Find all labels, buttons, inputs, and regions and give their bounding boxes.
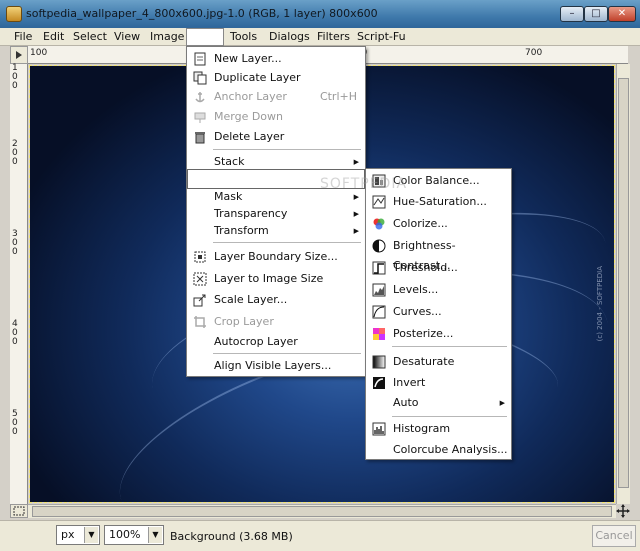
minimize-button[interactable]: – xyxy=(560,6,584,22)
unit-value: px xyxy=(61,528,75,541)
menu-item-anchor-layer[interactable]: Anchor Layer Ctrl+H xyxy=(187,87,365,107)
menu-edit[interactable]: Edit xyxy=(43,30,64,43)
menu-item-new-layer[interactable]: New Layer... xyxy=(187,49,365,69)
shortcut-label: Ctrl+H xyxy=(319,90,357,103)
menu-item-auto[interactable]: Auto ▶ xyxy=(366,393,511,413)
move-cross-icon xyxy=(616,504,630,518)
horizontal-scrollbar[interactable] xyxy=(28,504,616,518)
menu-item-layer-boundary-size[interactable]: Layer Boundary Size... xyxy=(187,247,365,267)
menu-item-align-visible-layers[interactable]: Align Visible Layers... xyxy=(187,356,365,376)
menu-arrow-button[interactable] xyxy=(10,46,28,64)
layer-boundary-icon xyxy=(193,250,207,264)
new-layer-icon xyxy=(193,52,207,66)
zoom-select[interactable]: 100% ▼ xyxy=(104,525,164,545)
unit-select[interactable]: px ▼ xyxy=(56,525,100,545)
menu-separator xyxy=(392,416,507,417)
brightness-contrast-icon xyxy=(372,239,386,253)
layer-to-image-icon xyxy=(193,272,207,286)
menu-separator xyxy=(392,346,507,347)
scroll-thumb[interactable] xyxy=(618,78,629,488)
scroll-thumb[interactable] xyxy=(32,506,612,517)
cancel-button[interactable]: Cancel xyxy=(592,525,636,547)
merge-down-icon xyxy=(193,110,207,124)
menu-item-posterize[interactable]: Posterize... xyxy=(366,324,511,344)
scale-layer-icon xyxy=(193,293,207,307)
menu-item-autocrop-layer[interactable]: Autocrop Layer xyxy=(187,332,365,352)
menu-item-scale-layer[interactable]: Scale Layer... xyxy=(187,290,365,310)
menu-select[interactable]: Select xyxy=(73,30,107,43)
ruler-label: 4 0 0 xyxy=(12,319,18,347)
navigate-button[interactable] xyxy=(616,504,630,518)
chevron-down-icon: ▼ xyxy=(148,527,162,543)
arrow-right-icon xyxy=(16,51,22,59)
menu-separator xyxy=(213,353,361,354)
status-message: Background (3.68 MB) xyxy=(170,530,293,543)
layer-menu: New Layer... Duplicate Layer Anchor Laye… xyxy=(186,46,366,377)
menu-item-curves[interactable]: Curves... xyxy=(366,302,511,322)
anchor-icon xyxy=(193,90,207,104)
colors-submenu: Color Balance... Hue-Saturation... Color… xyxy=(365,168,512,460)
delete-layer-icon xyxy=(193,130,207,144)
maximize-button[interactable]: □ xyxy=(584,6,608,22)
ruler-label: 100 xyxy=(30,48,48,58)
menubar: File Edit Select View Image Tools Dialog… xyxy=(0,28,640,46)
levels-icon xyxy=(372,283,386,297)
quick-mask-button[interactable] xyxy=(10,504,28,518)
menu-item-brightness-contrast[interactable]: Brightness-Contrast... xyxy=(366,236,511,272)
menu-item-crop-layer[interactable]: Crop Layer xyxy=(187,312,365,332)
ruler-label: 2 0 0 xyxy=(12,139,18,167)
menu-item-hue-saturation[interactable]: Hue-Saturation... xyxy=(366,192,511,212)
threshold-icon xyxy=(372,261,386,275)
menu-item-colorize[interactable]: Colorize... xyxy=(366,214,511,234)
vertical-ruler[interactable]: 1 0 0 2 0 0 3 0 0 4 0 0 5 0 0 xyxy=(10,64,28,504)
menu-separator xyxy=(213,149,361,150)
posterize-icon xyxy=(372,327,386,341)
ruler-label: 1 0 0 xyxy=(12,63,18,91)
menu-item-invert[interactable]: Invert xyxy=(366,373,511,393)
submenu-arrow-icon: ▶ xyxy=(499,399,505,407)
menu-separator xyxy=(213,242,361,243)
menu-layer[interactable] xyxy=(186,28,224,46)
colorize-icon xyxy=(372,217,386,231)
window-title-bar[interactable]: softpedia_wallpaper_4_800x600.jpg-1.0 (R… xyxy=(0,0,640,28)
menu-image[interactable]: Image xyxy=(150,30,184,43)
vertical-scrollbar[interactable] xyxy=(616,64,630,504)
crop-icon xyxy=(193,315,207,329)
hue-saturation-icon xyxy=(372,195,386,209)
menu-item-layer-to-image-size[interactable]: Layer to Image Size xyxy=(187,269,365,289)
quick-mask-icon xyxy=(13,506,25,516)
menu-item-levels[interactable]: Levels... xyxy=(366,280,511,300)
menu-dialogs[interactable]: Dialogs xyxy=(269,30,310,43)
submenu-arrow-icon: ▶ xyxy=(353,227,359,235)
chevron-down-icon: ▼ xyxy=(84,527,98,543)
menu-filters[interactable]: Filters xyxy=(317,30,350,43)
menu-item-merge-down[interactable]: Merge Down xyxy=(187,107,365,127)
menu-tools[interactable]: Tools xyxy=(230,30,257,43)
menu-item-threshold[interactable]: Threshold... xyxy=(366,258,511,278)
gimp-app-icon xyxy=(6,6,22,22)
histogram-icon xyxy=(372,422,386,436)
ruler-label: 700 xyxy=(525,48,543,58)
window-title: softpedia_wallpaper_4_800x600.jpg-1.0 (R… xyxy=(26,7,378,20)
desaturate-icon xyxy=(372,355,386,369)
menu-file[interactable]: File xyxy=(14,30,32,43)
duplicate-layer-icon xyxy=(193,71,207,85)
ruler-label: 3 0 0 xyxy=(12,229,18,257)
menu-script-fu[interactable]: Script-Fu xyxy=(357,30,406,43)
softpedia-watermark: SOFTPEDIA xyxy=(320,176,408,192)
menu-item-transform[interactable]: Transform ▶ xyxy=(187,221,365,241)
menu-item-histogram[interactable]: Histogram xyxy=(366,419,511,439)
ruler-label: 5 0 0 xyxy=(12,409,18,437)
menu-item-colorcube-analysis[interactable]: Colorcube Analysis... xyxy=(366,440,511,460)
curves-icon xyxy=(372,305,386,319)
status-bar: px ▼ 100% ▼ Background (3.68 MB) Cancel xyxy=(0,520,640,551)
zoom-value: 100% xyxy=(109,528,141,541)
menu-item-delete-layer[interactable]: Delete Layer xyxy=(187,127,365,147)
close-button[interactable]: ✕ xyxy=(608,6,636,22)
menu-item-duplicate-layer[interactable]: Duplicate Layer xyxy=(187,68,365,88)
menu-view[interactable]: View xyxy=(114,30,140,43)
menu-item-desaturate[interactable]: Desaturate xyxy=(366,352,511,372)
invert-icon xyxy=(372,376,386,390)
